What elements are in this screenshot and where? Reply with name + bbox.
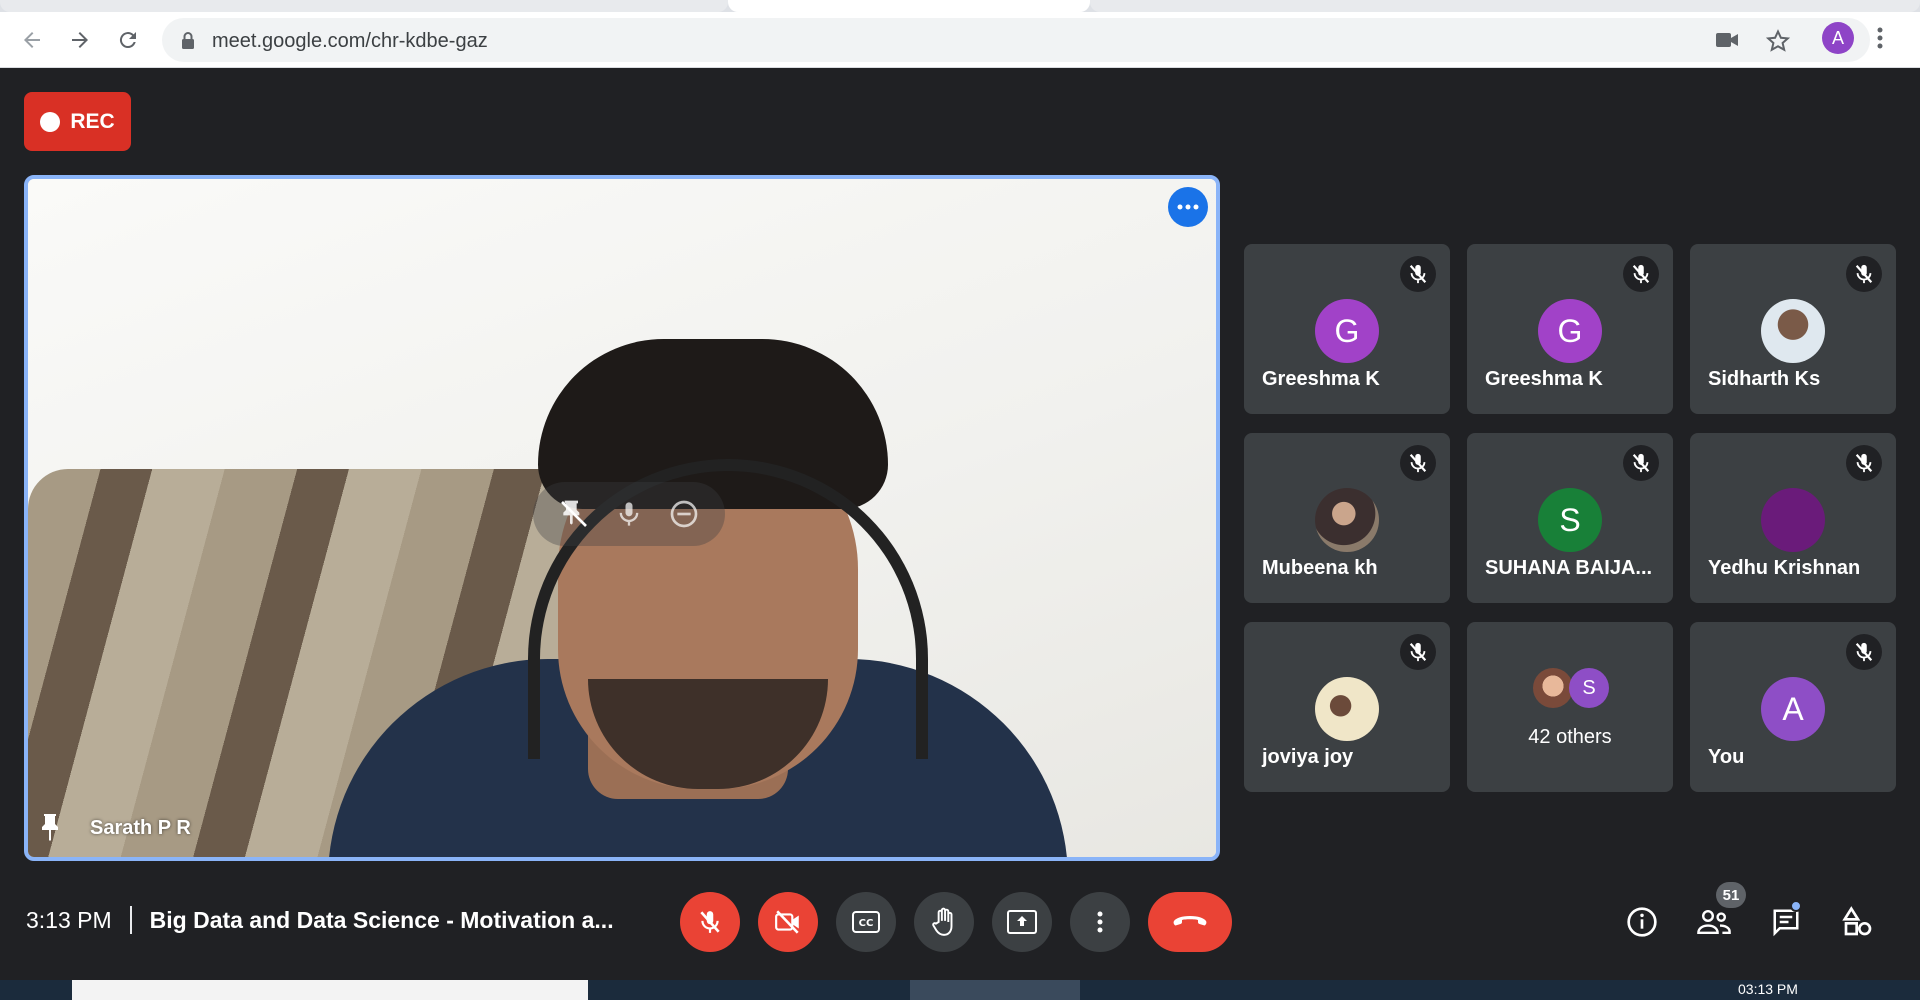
muted-mic-icon [1400,634,1436,670]
os-taskbar: 03:13 PM [0,980,1920,1000]
captions-button[interactable]: CC [836,892,896,952]
mic-off-icon [700,911,720,933]
self-avatar: A [1761,677,1825,741]
remove-participant-icon[interactable] [668,498,700,530]
activities-icon [1842,906,1872,936]
muted-mic-icon [1400,445,1436,481]
muted-mic-icon [1846,445,1882,481]
meeting-details-button[interactable] [1622,902,1662,942]
present-icon [1007,910,1037,934]
participant-name: Greeshma K [1485,368,1603,390]
meeting-title: Big Data and Data Science - Motivation a… [149,906,614,933]
recording-badge: REC [24,92,131,151]
camera-icon[interactable] [1716,32,1738,48]
recording-label: REC [70,109,115,133]
others-tile[interactable]: S 42 others [1467,622,1673,792]
reload-button[interactable] [112,24,144,56]
more-horizontal-icon [1177,204,1199,210]
self-tile[interactable]: A You [1690,622,1896,792]
muted-mic-icon [1846,256,1882,292]
browser-tab-active[interactable] [728,0,1090,12]
divider [129,906,132,934]
address-bar[interactable]: meet.google.com/chr-kdbe-gaz [162,18,1870,62]
present-screen-button[interactable] [992,892,1052,952]
meeting-info: 3:13 PM Big Data and Data Science - Moti… [26,906,614,934]
participant-name: Mubeena kh [1262,557,1378,579]
muted-mic-icon [1846,634,1882,670]
hang-up-icon [1173,916,1207,926]
lock-icon [182,32,194,49]
camera-off-icon [775,910,799,934]
hand-icon [932,907,953,936]
participant-tile[interactable]: Sidharth Ks [1690,244,1896,414]
record-dot-icon [40,111,61,132]
browser-toolbar: meet.google.com/chr-kdbe-gaz A [0,12,1920,68]
more-options-button[interactable] [1070,892,1130,952]
participant-name: Sidharth Ks [1708,368,1821,390]
svg-text:CC: CC [859,918,874,929]
arrow-left-icon [24,32,40,48]
leave-call-button[interactable] [1148,892,1232,952]
star-icon[interactable] [1766,29,1790,53]
participant-tile[interactable]: Mubeena kh [1244,433,1450,603]
self-name: You [1708,746,1745,768]
chat-notification-dot [1790,900,1802,912]
camera-toggle-button[interactable] [758,892,818,952]
taskbar-search-box[interactable] [72,980,588,1000]
muted-mic-icon [1623,445,1659,481]
participant-tile[interactable]: joviya joy [1244,622,1450,792]
forward-button[interactable] [64,24,96,56]
meeting-time: 3:13 PM [26,906,112,933]
taskbar-active-app[interactable] [910,980,1080,1000]
muted-mic-icon [1400,256,1436,292]
activities-button[interactable] [1838,902,1878,942]
pin-icon [42,814,58,841]
main-participant-label: Sarath P R [38,813,191,843]
participant-name: joviya joy [1262,746,1354,768]
muted-mic-icon [1623,256,1659,292]
participant-photo-avatar [1761,299,1825,363]
raise-hand-button[interactable] [914,892,974,952]
participant-photo-avatar [1315,488,1379,552]
participant-count-badge: 51 [1716,882,1746,908]
participant-photo-avatar [1761,488,1825,552]
participant-avatar: G [1538,299,1602,363]
participant-name: SUHANA BAIJA... [1485,557,1653,579]
others-photo-avatar [1533,668,1573,708]
participant-tile[interactable]: G Greeshma K [1467,244,1673,414]
participant-avatar: S [1538,488,1602,552]
people-icon [1697,910,1731,934]
mic-icon[interactable] [615,498,643,530]
closed-captions-icon: CC [852,911,880,933]
kebab-menu-icon[interactable] [1876,26,1884,50]
arrow-right-icon [72,32,88,48]
browser-tab[interactable] [1090,0,1920,12]
info-icon [1627,907,1657,937]
others-count-label: 42 others [1528,726,1612,748]
participant-name: Yedhu Krishnan [1708,557,1861,579]
url-text[interactable]: meet.google.com/chr-kdbe-gaz [212,30,488,53]
participant-name: Greeshma K [1262,368,1380,390]
participant-tile[interactable]: S SUHANA BAIJA... [1467,433,1673,603]
tile-more-options-button[interactable] [1168,187,1208,227]
mic-toggle-button[interactable] [680,892,740,952]
participant-avatar: G [1315,299,1379,363]
browser-tabstrip [0,0,1920,12]
more-vertical-icon [1097,911,1103,933]
unpin-button[interactable] [558,498,590,530]
main-video-tile[interactable]: Sarath P R [24,175,1220,861]
reload-icon [119,32,136,49]
people-button[interactable] [1694,902,1734,942]
meeting-control-bar: 3:13 PM Big Data and Data Science - Moti… [0,870,1920,980]
participant-photo-avatar [1315,677,1379,741]
browser-tab[interactable] [0,0,728,12]
main-participant-name: Sarath P R [90,816,191,839]
others-initial-avatar: S [1569,668,1609,708]
back-button[interactable] [16,24,48,56]
participant-tile[interactable]: G Greeshma K [1244,244,1450,414]
taskbar-clock: 03:13 PM [1738,981,1798,997]
profile-avatar[interactable]: A [1822,22,1854,54]
participant-tile[interactable]: Yedhu Krishnan [1690,433,1896,603]
tile-hover-controls [533,482,725,546]
